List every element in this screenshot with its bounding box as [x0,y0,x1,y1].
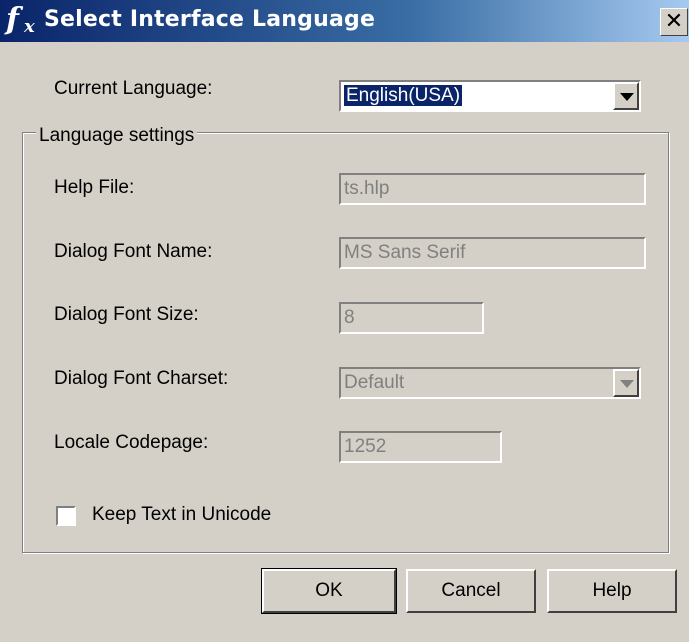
locale-codepage-field[interactable]: 1252 [339,431,502,463]
ok-button[interactable]: OK [261,568,397,614]
keep-unicode-checkbox[interactable] [56,506,76,526]
chevron-down-icon [620,93,634,101]
close-icon: ✕ [664,9,684,34]
current-language-select[interactable]: English(USA) [339,80,641,112]
fx-icon: fx [6,2,35,37]
dialog-font-size-field[interactable]: 8 [339,302,484,334]
current-language-value: English(USA) [344,85,463,106]
close-button[interactable]: ✕ [660,8,688,36]
chevron-down-icon [620,380,634,388]
dialog-font-name-field[interactable]: MS Sans Serif [339,237,646,269]
help-file-field[interactable]: ts.hlp [339,173,646,205]
dialog-font-charset-dropdown-button[interactable] [613,369,639,397]
current-language-label: Current Language: [54,78,213,99]
current-language-dropdown-button[interactable] [613,82,639,110]
dialog-font-charset-value: Default [344,372,405,393]
title-bar[interactable]: fx Select Interface Language ✕ [0,0,689,42]
keep-unicode-label[interactable]: Keep Text in Unicode [92,504,271,526]
window-title: Select Interface Language [44,7,376,32]
dialog-font-size-label: Dialog Font Size: [54,304,199,325]
help-file-label: Help File: [54,177,135,198]
dialog-font-name-label: Dialog Font Name: [54,241,213,262]
language-settings-label: Language settings [36,125,198,147]
cancel-button[interactable]: Cancel [406,569,536,613]
help-button[interactable]: Help [547,569,677,613]
dialog-font-charset-label: Dialog Font Charset: [54,368,229,389]
locale-codepage-label: Locale Codepage: [54,432,209,453]
dialog-font-charset-select[interactable]: Default [339,367,641,399]
